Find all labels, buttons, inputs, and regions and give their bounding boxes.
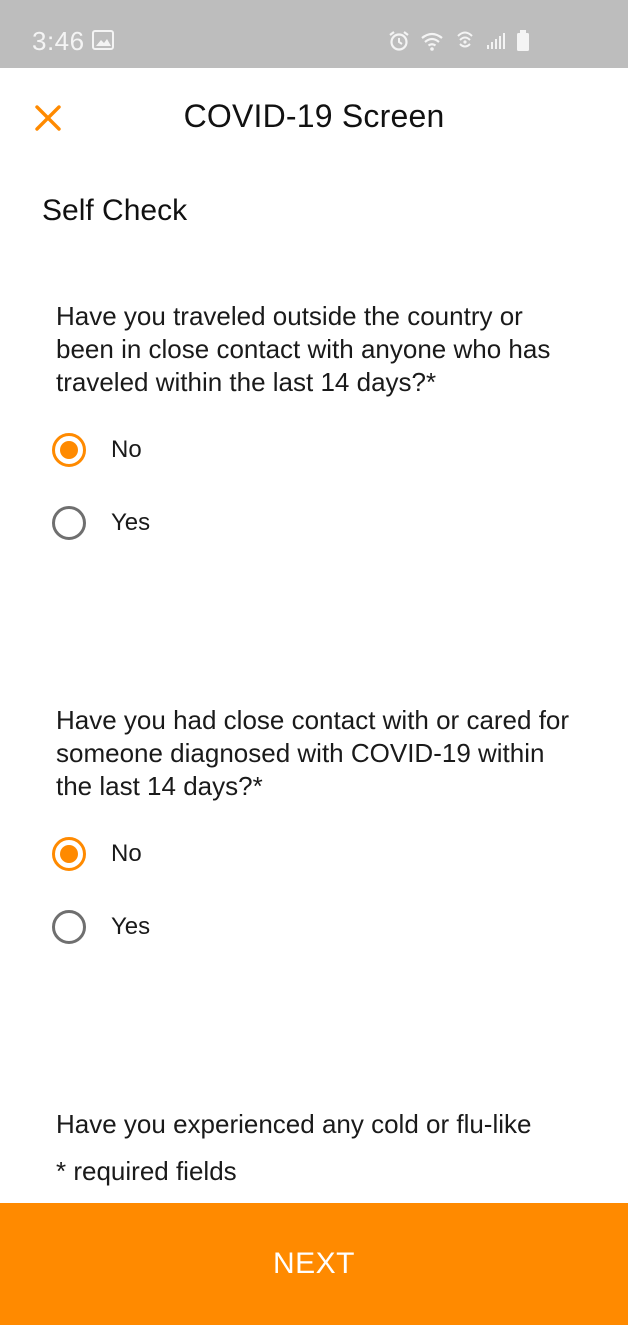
status-time: 3:46 <box>32 26 85 56</box>
required-fields-note: * required fields <box>56 1156 237 1187</box>
signal-icon <box>486 32 506 50</box>
option-label: No <box>111 840 142 867</box>
section-title: Self Check <box>42 194 188 227</box>
app-header: COVID-19 Screen <box>0 68 628 168</box>
radio-button-unselected[interactable] <box>52 910 86 944</box>
wifi-icon <box>420 31 444 51</box>
page-title: COVID-19 Screen <box>183 98 445 134</box>
battery-icon <box>516 30 530 52</box>
question-travel: Have you traveled outside the country or… <box>56 301 551 397</box>
next-button[interactable]: NEXT <box>0 1203 628 1325</box>
radio-option-contact-yes[interactable]: Yes <box>52 907 352 947</box>
question-symptoms: Have you experienced any cold or flu-lik… <box>56 1109 532 1139</box>
radio-option-contact-no[interactable]: No <box>52 834 352 874</box>
radio-option-travel-yes[interactable]: Yes <box>52 503 352 543</box>
radio-button-selected[interactable] <box>52 433 86 467</box>
radio-button-selected[interactable] <box>52 837 86 871</box>
option-label: Yes <box>111 913 151 940</box>
alarm-icon <box>388 30 410 52</box>
hotspot-icon <box>454 30 476 52</box>
gallery-icon <box>92 30 114 55</box>
status-icons <box>388 30 530 52</box>
radio-button-unselected[interactable] <box>52 506 86 540</box>
status-bar: 3:46 <box>0 0 628 68</box>
option-label: No <box>111 436 142 463</box>
radio-option-travel-no[interactable]: No <box>52 430 352 470</box>
question-contact: Have you had close contact with or cared… <box>56 705 570 801</box>
option-label: Yes <box>111 509 151 536</box>
